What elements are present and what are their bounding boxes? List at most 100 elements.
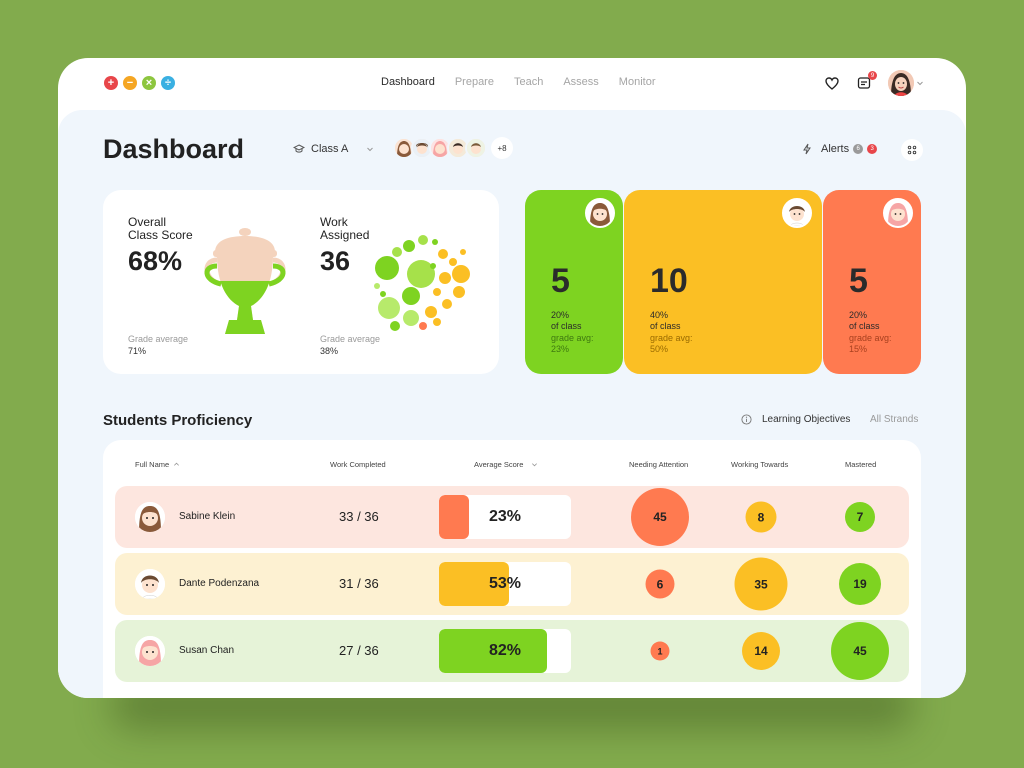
mastered-count: 19	[839, 563, 881, 605]
group-avatar	[883, 198, 913, 228]
group-avatar	[782, 198, 812, 228]
student-avatars[interactable]: +8	[393, 137, 513, 159]
col-work-completed[interactable]: Work Completed	[330, 460, 386, 469]
times-icon: ×	[142, 76, 156, 90]
divide-icon: ÷	[161, 76, 175, 90]
group-card-mid[interactable]: 10 40% of class grade avg: 50%	[624, 190, 822, 374]
working-towards-count: 14	[742, 632, 780, 670]
working-towards-count: 8	[745, 501, 777, 533]
overall-score-label: Overall Class Score	[128, 216, 208, 242]
average-score-value: 23%	[488, 508, 522, 525]
page-title: Dashboard	[103, 134, 245, 164]
dashboard-content: Dashboard Class A +8 Alerts 6 3 Overall …	[58, 110, 966, 698]
student-name: Dante Podenzana	[179, 578, 260, 589]
notification-badge: 9	[868, 71, 877, 80]
group-percent-value: 20%	[849, 310, 868, 320]
col-needing-attention[interactable]: Needing Attention	[629, 460, 688, 469]
group-count: 5	[551, 262, 570, 300]
proficiency-table: Full Name Work Completed Average Score N…	[103, 440, 921, 698]
nav-assess[interactable]: Assess	[563, 76, 598, 88]
class-label: Class A	[311, 143, 349, 155]
nav-dashboard[interactable]: Dashboard	[381, 76, 435, 88]
work-completed: 31 / 36	[339, 576, 379, 591]
top-bar: + − × ÷ Dashboard Prepare Teach Assess M…	[58, 58, 966, 110]
work-grade-avg-label: Grade average	[320, 334, 381, 344]
all-strands-tab[interactable]: All Strands	[870, 414, 918, 425]
group-gavg-label: grade avg:	[551, 333, 594, 343]
average-score-bar: 23%	[439, 495, 571, 539]
main-nav: Dashboard Prepare Teach Assess Monitor	[381, 76, 655, 88]
learning-objectives-label: Learning Objectives	[762, 414, 851, 425]
overall-grade-avg-label: Grade average	[128, 334, 189, 344]
info-icon	[741, 414, 752, 425]
more-students-badge[interactable]: +8	[491, 137, 513, 159]
work-completed: 33 / 36	[339, 509, 379, 524]
student-avatar	[135, 569, 165, 599]
chevron-up-icon	[174, 462, 180, 466]
group-card-high[interactable]: 5 20% of class grade avg: 15%	[823, 190, 921, 374]
inbox-icon[interactable]: 9	[856, 71, 877, 91]
group-avatar	[585, 198, 615, 228]
col-working-towards[interactable]: Working Towards	[731, 460, 788, 469]
group-percent-value: 40%	[650, 310, 669, 320]
nav-monitor[interactable]: Monitor	[619, 76, 656, 88]
table-row[interactable]: Dante Podenzana 31 / 36 53% 6 35 19	[115, 553, 909, 615]
col-full-name[interactable]: Full Name	[135, 460, 180, 469]
trophy-icon	[204, 228, 286, 334]
table-row[interactable]: Susan Chan 27 / 36 82% 1 14 45	[115, 620, 909, 682]
grid-dots-icon	[907, 145, 917, 155]
app-window: + − × ÷ Dashboard Prepare Teach Assess M…	[58, 58, 966, 698]
working-towards-count: 35	[734, 557, 788, 611]
table-row[interactable]: Sabine Klein 33 / 36 23% 45 8 7	[115, 486, 909, 548]
student-avatar	[135, 636, 165, 666]
student-avatar	[465, 137, 487, 159]
average-score-value: 82%	[488, 642, 522, 659]
bubble-cluster-graphic	[374, 235, 470, 331]
mastered-count: 7	[845, 502, 875, 532]
group-gavg-label: grade avg:	[650, 333, 693, 343]
user-menu[interactable]	[888, 70, 924, 96]
average-score-bar: 53%	[439, 562, 571, 606]
overall-score-value: 68%	[128, 246, 183, 276]
group-percent-label: of class	[650, 321, 681, 331]
minus-icon: −	[123, 76, 137, 90]
top-icons: 9	[824, 70, 924, 96]
group-count: 5	[849, 262, 868, 300]
work-assigned-value: 36	[320, 246, 351, 276]
student-avatar	[135, 502, 165, 532]
needing-attention-count: 1	[650, 641, 670, 661]
col-average-score[interactable]: Average Score	[474, 460, 538, 469]
group-grade-avg: grade avg: 23%	[551, 333, 594, 355]
lightning-icon	[803, 143, 811, 155]
group-gavg-value: 50%	[650, 344, 669, 354]
group-percent-value: 20%	[551, 310, 570, 320]
col-average-score-label: Average Score	[474, 460, 524, 469]
group-grade-avg: grade avg: 50%	[650, 333, 693, 355]
average-score-bar: 82%	[439, 629, 571, 673]
group-grade-avg: grade avg: 15%	[849, 333, 892, 355]
alerts-button[interactable]: Alerts 6 3	[801, 143, 878, 155]
group-percent: 20% of class	[551, 310, 582, 332]
chevron-down-icon	[917, 81, 923, 86]
class-summary-card: Overall Class Score 68% Grade average 71…	[103, 190, 499, 374]
user-avatar	[888, 70, 914, 96]
group-card-low[interactable]: 5 20% of class grade avg: 23%	[525, 190, 623, 374]
group-gavg-value: 15%	[849, 344, 868, 354]
needing-attention-count: 6	[645, 569, 675, 599]
nav-teach[interactable]: Teach	[514, 76, 543, 88]
graduation-cap-icon	[293, 144, 305, 153]
student-name: Susan Chan	[179, 645, 235, 656]
learning-objectives-tab[interactable]: Learning Objectives	[741, 414, 850, 425]
heart-icon[interactable]	[824, 75, 840, 91]
work-completed: 27 / 36	[339, 643, 379, 658]
work-grade-avg-value: 38%	[320, 346, 339, 356]
nav-prepare[interactable]: Prepare	[455, 76, 494, 88]
class-selector[interactable]: Class A	[293, 143, 374, 155]
col-mastered[interactable]: Mastered	[845, 460, 876, 469]
mastered-count: 45	[831, 622, 889, 680]
app-logo[interactable]: + − × ÷	[104, 76, 175, 90]
group-gavg-label: grade avg:	[849, 333, 892, 343]
grid-menu-button[interactable]	[901, 139, 923, 161]
overall-grade-avg-value: 71%	[128, 346, 147, 356]
group-gavg-value: 23%	[551, 344, 570, 354]
